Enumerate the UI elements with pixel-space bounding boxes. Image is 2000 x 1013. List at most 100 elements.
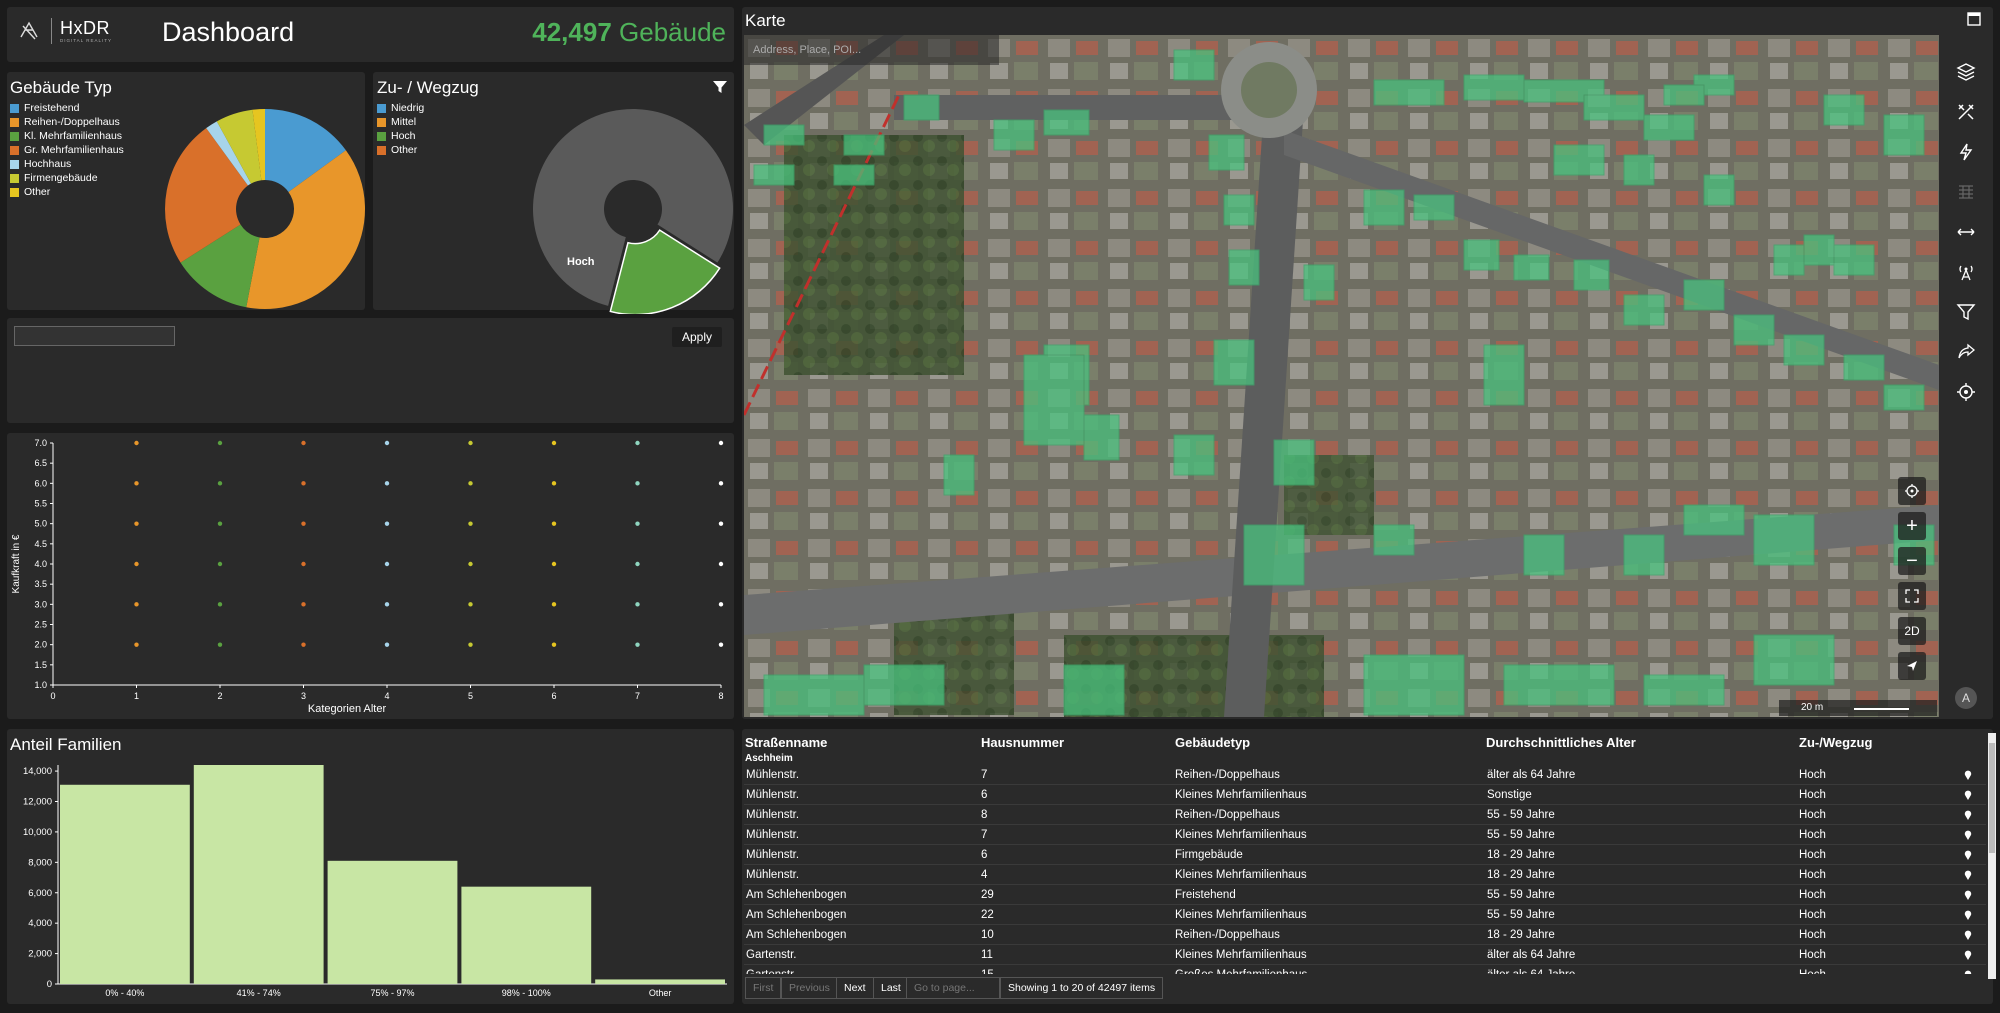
highlighted-building[interactable] bbox=[1583, 94, 1645, 121]
highlighted-building[interactable] bbox=[1623, 154, 1655, 186]
highlighted-building[interactable] bbox=[1173, 49, 1215, 81]
highlighted-building[interactable] bbox=[863, 664, 945, 706]
map-pin-icon[interactable] bbox=[1964, 910, 1972, 923]
pager-previous-button[interactable]: Previous bbox=[781, 977, 838, 999]
target-icon[interactable] bbox=[1949, 375, 1983, 409]
highlighted-building[interactable] bbox=[1883, 114, 1925, 156]
highlighted-building[interactable] bbox=[1803, 234, 1835, 266]
highlighted-building[interactable] bbox=[1243, 524, 1305, 586]
compass-icon[interactable] bbox=[1898, 652, 1926, 680]
zuwegzug-legend-item[interactable]: Niedrig bbox=[377, 101, 424, 115]
scatter-point[interactable] bbox=[468, 602, 473, 607]
highlighted-building[interactable] bbox=[1228, 249, 1260, 286]
scatter-point[interactable] bbox=[217, 561, 223, 567]
highlighted-building[interactable] bbox=[1208, 134, 1245, 171]
highlighted-building[interactable] bbox=[753, 164, 795, 186]
scatter-point[interactable] bbox=[384, 481, 390, 486]
scatter-point[interactable] bbox=[301, 561, 306, 567]
scatter-point[interactable] bbox=[217, 440, 223, 446]
scatter-point[interactable] bbox=[384, 602, 390, 607]
highlighted-building[interactable] bbox=[763, 124, 805, 146]
scatter-point[interactable] bbox=[718, 602, 724, 607]
map-pin-icon[interactable] bbox=[1964, 870, 1972, 883]
scatter-point[interactable] bbox=[134, 440, 139, 446]
scatter-point[interactable] bbox=[134, 521, 139, 526]
table-column-header[interactable]: Gebäudetyp bbox=[1175, 735, 1250, 750]
highlighted-building[interactable] bbox=[1553, 144, 1605, 176]
highlighted-building[interactable] bbox=[1843, 354, 1885, 381]
map-canvas[interactable] bbox=[744, 35, 1939, 717]
bar[interactable] bbox=[595, 979, 725, 984]
highlighted-building[interactable] bbox=[1643, 674, 1725, 706]
highlighted-building[interactable] bbox=[1223, 194, 1255, 226]
highlighted-building[interactable] bbox=[1773, 244, 1805, 276]
scatter-point[interactable] bbox=[468, 440, 473, 446]
highlighted-building[interactable] bbox=[1683, 504, 1745, 536]
scatter-point[interactable] bbox=[301, 602, 306, 607]
highlighted-building[interactable] bbox=[1463, 74, 1525, 101]
highlighted-building[interactable] bbox=[1413, 194, 1455, 221]
table-row[interactable]: Mühlenstr. 6 Firmgebäude 18 - 29 Jahre Hoch bbox=[744, 845, 1986, 865]
measure-icon[interactable] bbox=[1949, 215, 1983, 249]
map-pin-icon[interactable] bbox=[1964, 830, 1972, 843]
table-row[interactable]: Mühlenstr. 8 Reihen-/Doppelhaus 55 - 59 Jah… bbox=[744, 805, 1986, 825]
table-row[interactable]: Am Schlehenbogen 22 Kleines Mehrfamilienha… bbox=[744, 905, 1986, 925]
fullscreen-icon[interactable] bbox=[1898, 582, 1926, 610]
bar[interactable] bbox=[193, 765, 324, 984]
highlighted-building[interactable] bbox=[1683, 279, 1725, 311]
toggle-2d-button[interactable]: 2D bbox=[1898, 617, 1926, 645]
highlighted-building[interactable] bbox=[1523, 534, 1565, 576]
highlighted-building[interactable] bbox=[1513, 254, 1550, 281]
pager-goto-input[interactable] bbox=[906, 977, 1000, 999]
highlighted-building[interactable] bbox=[843, 134, 885, 156]
table-row[interactable]: Mühlenstr. 7 Reihen-/Doppelhaus älter als 6… bbox=[744, 765, 1986, 785]
highlighted-building[interactable] bbox=[1173, 434, 1215, 476]
map-pin-icon[interactable] bbox=[1964, 950, 1972, 963]
bar[interactable] bbox=[461, 886, 592, 984]
bar[interactable] bbox=[327, 860, 458, 984]
map-pin-icon[interactable] bbox=[1964, 890, 1972, 903]
highlighted-building[interactable] bbox=[1363, 189, 1405, 226]
gebaeude_typ-legend-item[interactable]: Other bbox=[10, 185, 124, 199]
locate-icon[interactable] bbox=[1898, 477, 1926, 505]
scatter-point[interactable] bbox=[217, 521, 223, 526]
filter-input[interactable] bbox=[14, 326, 175, 346]
scatter-point[interactable] bbox=[551, 642, 557, 647]
scatter-point[interactable] bbox=[551, 440, 557, 446]
filter-icon[interactable] bbox=[712, 79, 728, 95]
table-column-header[interactable]: Durchschnittliches Alter bbox=[1486, 735, 1636, 750]
highlighted-building[interactable] bbox=[763, 674, 865, 716]
highlighted-building[interactable] bbox=[1213, 339, 1255, 386]
scatter-point[interactable] bbox=[635, 481, 640, 486]
table-row[interactable]: Mühlenstr. 4 Kleines Mehrfamilienhaus 18 - … bbox=[744, 865, 1986, 885]
map-search[interactable]: Address, Place, POI... bbox=[744, 35, 999, 65]
map-pin-icon[interactable] bbox=[1964, 810, 1972, 823]
pager-next-button[interactable]: Next bbox=[836, 977, 874, 999]
scatter-point[interactable] bbox=[718, 440, 724, 446]
table-column-header[interactable]: Zu-/Wegzug bbox=[1799, 735, 1872, 750]
scatter-point[interactable] bbox=[551, 481, 557, 486]
scatter-point[interactable] bbox=[718, 481, 724, 486]
highlighted-building[interactable] bbox=[1273, 439, 1315, 486]
zuwegzug-legend-item[interactable]: Hoch bbox=[377, 129, 424, 143]
map-filter-icon[interactable] bbox=[1949, 295, 1983, 329]
table-row[interactable]: Mühlenstr. 7 Kleines Mehrfamilienhaus 55 - … bbox=[744, 825, 1986, 845]
attribution-button[interactable]: A bbox=[1955, 687, 1977, 709]
zuwegzug-legend-item[interactable]: Mittel bbox=[377, 115, 424, 129]
highlighted-building[interactable] bbox=[1303, 264, 1335, 301]
highlighted-building[interactable] bbox=[1063, 664, 1125, 716]
scatter-point[interactable] bbox=[635, 440, 640, 446]
highlighted-building[interactable] bbox=[1753, 634, 1835, 686]
bar[interactable] bbox=[60, 784, 190, 984]
highlighted-building[interactable] bbox=[1573, 259, 1610, 291]
gebaeude_typ-legend-item[interactable]: Reihen-/Doppelhaus bbox=[10, 115, 124, 129]
zuwegzug-legend-item[interactable]: Other bbox=[377, 143, 424, 157]
highlighted-building[interactable] bbox=[1363, 654, 1465, 716]
scatter-point[interactable] bbox=[551, 561, 557, 567]
map-pin-icon[interactable] bbox=[1964, 930, 1972, 943]
scatter-point[interactable] bbox=[301, 481, 306, 486]
scatter-point[interactable] bbox=[301, 521, 306, 526]
gebaeude_typ-legend-item[interactable]: Hochhaus bbox=[10, 157, 124, 171]
scatter-point[interactable] bbox=[468, 481, 473, 486]
tools-icon[interactable] bbox=[1949, 95, 1983, 129]
